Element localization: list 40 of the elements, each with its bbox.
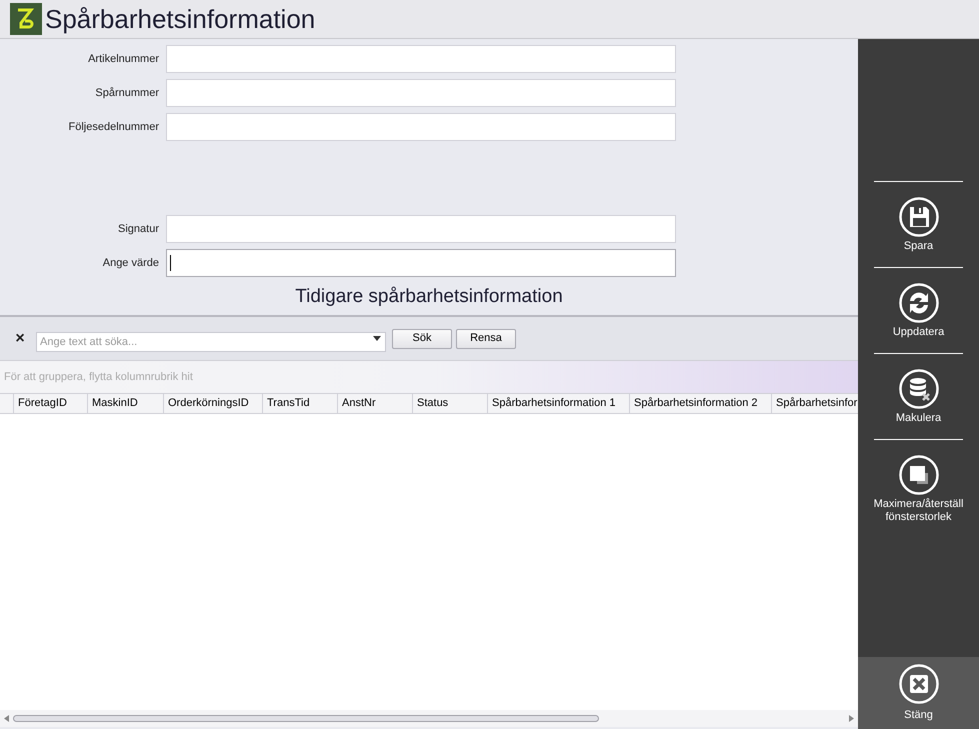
field-label: Signatur [117, 222, 160, 237]
horizontal-scrollbar[interactable] [0, 710, 858, 727]
column-header[interactable]: MaskinID [88, 394, 164, 413]
column-header[interactable]: AnstNr [338, 394, 413, 413]
field-label: Artikelnummer [87, 52, 160, 67]
scroll-left-icon[interactable] [4, 715, 9, 722]
database-delete-icon [898, 369, 938, 409]
sidebar-action-button[interactable]: Maximera/återställ fönsterstorlek [858, 455, 979, 525]
sidebar-action-button[interactable]: Spara [858, 197, 979, 267]
column-header[interactable]: FöretagID [14, 394, 88, 413]
close-icon [898, 664, 938, 704]
scroll-right-icon[interactable] [849, 715, 854, 722]
sidebar-action-button[interactable]: Makulera [858, 369, 979, 439]
text-field[interactable] [166, 113, 676, 141]
sidebar-action-button[interactable]: Uppdatera [858, 283, 979, 353]
refresh-icon [898, 283, 938, 323]
app-logo-icon [10, 3, 42, 35]
text-field[interactable] [166, 79, 676, 107]
window-title: Spårbarhetsinformation [45, 6, 316, 32]
clear-search-button[interactable]: × [12, 326, 28, 350]
field-label: Ange värde [102, 256, 160, 271]
column-header[interactable]: Spårbarhetsinformation 1 [488, 394, 630, 413]
close-button[interactable]: Stäng [858, 657, 979, 729]
floppy-disk-icon [898, 197, 938, 237]
text-field[interactable] [166, 249, 676, 277]
dropdown-arrow-icon[interactable] [373, 336, 381, 340]
toolbar-button[interactable]: Rensa [456, 328, 516, 348]
field-label: Följesedelnummer [68, 120, 160, 135]
group-panel-hint: För att gruppera, flytta kolumnrubrik hit [4, 370, 193, 385]
toolbar-button[interactable]: Sök [392, 328, 452, 348]
section-title: Tidigare spårbarhetsinformation [295, 285, 563, 310]
window-icon [898, 455, 938, 495]
column-header[interactable]: Status [413, 394, 488, 413]
field-label: Spårnummer [94, 86, 160, 101]
column-header[interactable]: OrderkörningsID [164, 394, 263, 413]
column-header[interactable]: Spårbarhetsinformation 2 [630, 394, 772, 413]
text-field[interactable] [166, 215, 676, 243]
text-field[interactable] [166, 45, 676, 73]
column-header[interactable]: TransTid [263, 394, 338, 413]
search-field[interactable]: Ange text att söka... [36, 332, 386, 352]
